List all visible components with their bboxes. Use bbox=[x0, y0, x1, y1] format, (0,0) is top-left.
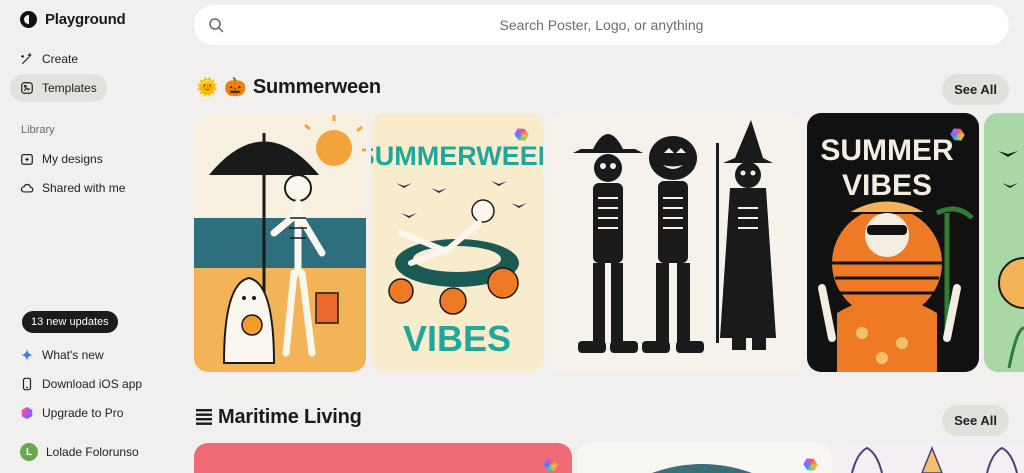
see-all-button[interactable]: See All bbox=[942, 74, 1009, 105]
maritime-white-illustration bbox=[577, 443, 832, 473]
three-skeletons-illustration bbox=[548, 113, 802, 372]
sun-emoji-icon: 🌞 bbox=[196, 77, 219, 97]
template-card-three-skeletons[interactable] bbox=[548, 113, 802, 372]
sidebar-item-label: Download iOS app bbox=[42, 377, 143, 391]
template-card-maritime-white[interactable] bbox=[577, 443, 832, 473]
sidebar: Playground Create Templates Library My d… bbox=[0, 0, 175, 473]
phone-icon bbox=[20, 377, 34, 391]
template-card-beach-skeleton[interactable] bbox=[194, 113, 366, 372]
template-card-summerween-vibes[interactable]: SUMMERWEEN VIBES bbox=[371, 113, 543, 372]
green-bats-illustration bbox=[984, 113, 1024, 372]
sidebar-item-whats-new[interactable]: What's new bbox=[10, 341, 114, 369]
summerween-vibes-illustration: SUMMERWEEN VIBES bbox=[371, 113, 543, 372]
poster-headline-2: VIBES bbox=[842, 169, 932, 202]
pro-icon bbox=[20, 406, 34, 420]
sidebar-item-label: Upgrade to Pro bbox=[42, 406, 124, 420]
sidebar-item-label: My designs bbox=[42, 152, 103, 166]
section-title: Summerween bbox=[252, 76, 381, 98]
search-bar[interactable] bbox=[194, 5, 1009, 45]
stacked-lines-icon bbox=[196, 408, 212, 428]
see-all-button[interactable]: See All bbox=[942, 405, 1009, 436]
poster-headline-1: SUMMER bbox=[820, 134, 954, 167]
poster-subheadline: VIBES bbox=[403, 318, 511, 359]
user-profile[interactable]: L Lolade Folorunso bbox=[10, 438, 149, 466]
sidebar-item-download-ios[interactable]: Download iOS app bbox=[10, 370, 152, 398]
sidebar-item-label: Shared with me bbox=[42, 181, 126, 195]
pumpkin-emoji-icon: 🎃 bbox=[224, 77, 247, 97]
brand[interactable]: Playground bbox=[20, 11, 126, 28]
sidebar-item-create[interactable]: Create bbox=[10, 45, 88, 73]
sidebar-item-label: Templates bbox=[42, 81, 97, 95]
user-name: Lolade Folorunso bbox=[46, 445, 139, 459]
maritime-lobsters-illustration bbox=[837, 443, 1024, 473]
search-icon bbox=[209, 18, 224, 33]
template-card-green-bats[interactable] bbox=[984, 113, 1024, 372]
library-heading: Library bbox=[21, 124, 55, 136]
avatar: L bbox=[20, 443, 38, 461]
beach-skeleton-illustration bbox=[194, 113, 366, 372]
folder-icon bbox=[20, 152, 34, 166]
poster-headline: SUMMERWEEN bbox=[371, 141, 543, 171]
wand-icon bbox=[20, 52, 34, 66]
cloud-icon bbox=[20, 181, 34, 195]
maritime-pink-illustration bbox=[194, 443, 572, 473]
sidebar-item-upgrade-pro[interactable]: Upgrade to Pro bbox=[10, 399, 133, 427]
sidebar-item-templates[interactable]: Templates bbox=[10, 74, 107, 102]
new-updates-badge[interactable]: 13 new updates bbox=[22, 311, 118, 333]
section-header-maritime: Maritime Living bbox=[196, 406, 362, 429]
templates-icon bbox=[20, 81, 34, 95]
sidebar-item-label: Create bbox=[42, 52, 79, 66]
sparkle-icon bbox=[20, 348, 34, 362]
summer-vibes-illustration: SUMMER VIBES bbox=[807, 113, 979, 372]
search-input[interactable] bbox=[194, 5, 1009, 45]
template-card-summer-vibes[interactable]: SUMMER VIBES bbox=[807, 113, 979, 372]
template-card-maritime-lobsters[interactable] bbox=[837, 443, 1024, 473]
section-title: Maritime Living bbox=[218, 406, 362, 428]
sidebar-item-shared[interactable]: Shared with me bbox=[10, 174, 135, 202]
template-card-maritime-pink[interactable] bbox=[194, 443, 572, 473]
sidebar-item-label: What's new bbox=[42, 348, 104, 362]
section-header-summerween: 🌞 🎃 Summerween bbox=[196, 76, 381, 99]
brand-name: Playground bbox=[45, 11, 126, 28]
playground-logo-icon bbox=[20, 11, 37, 28]
sidebar-item-my-designs[interactable]: My designs bbox=[10, 145, 113, 173]
